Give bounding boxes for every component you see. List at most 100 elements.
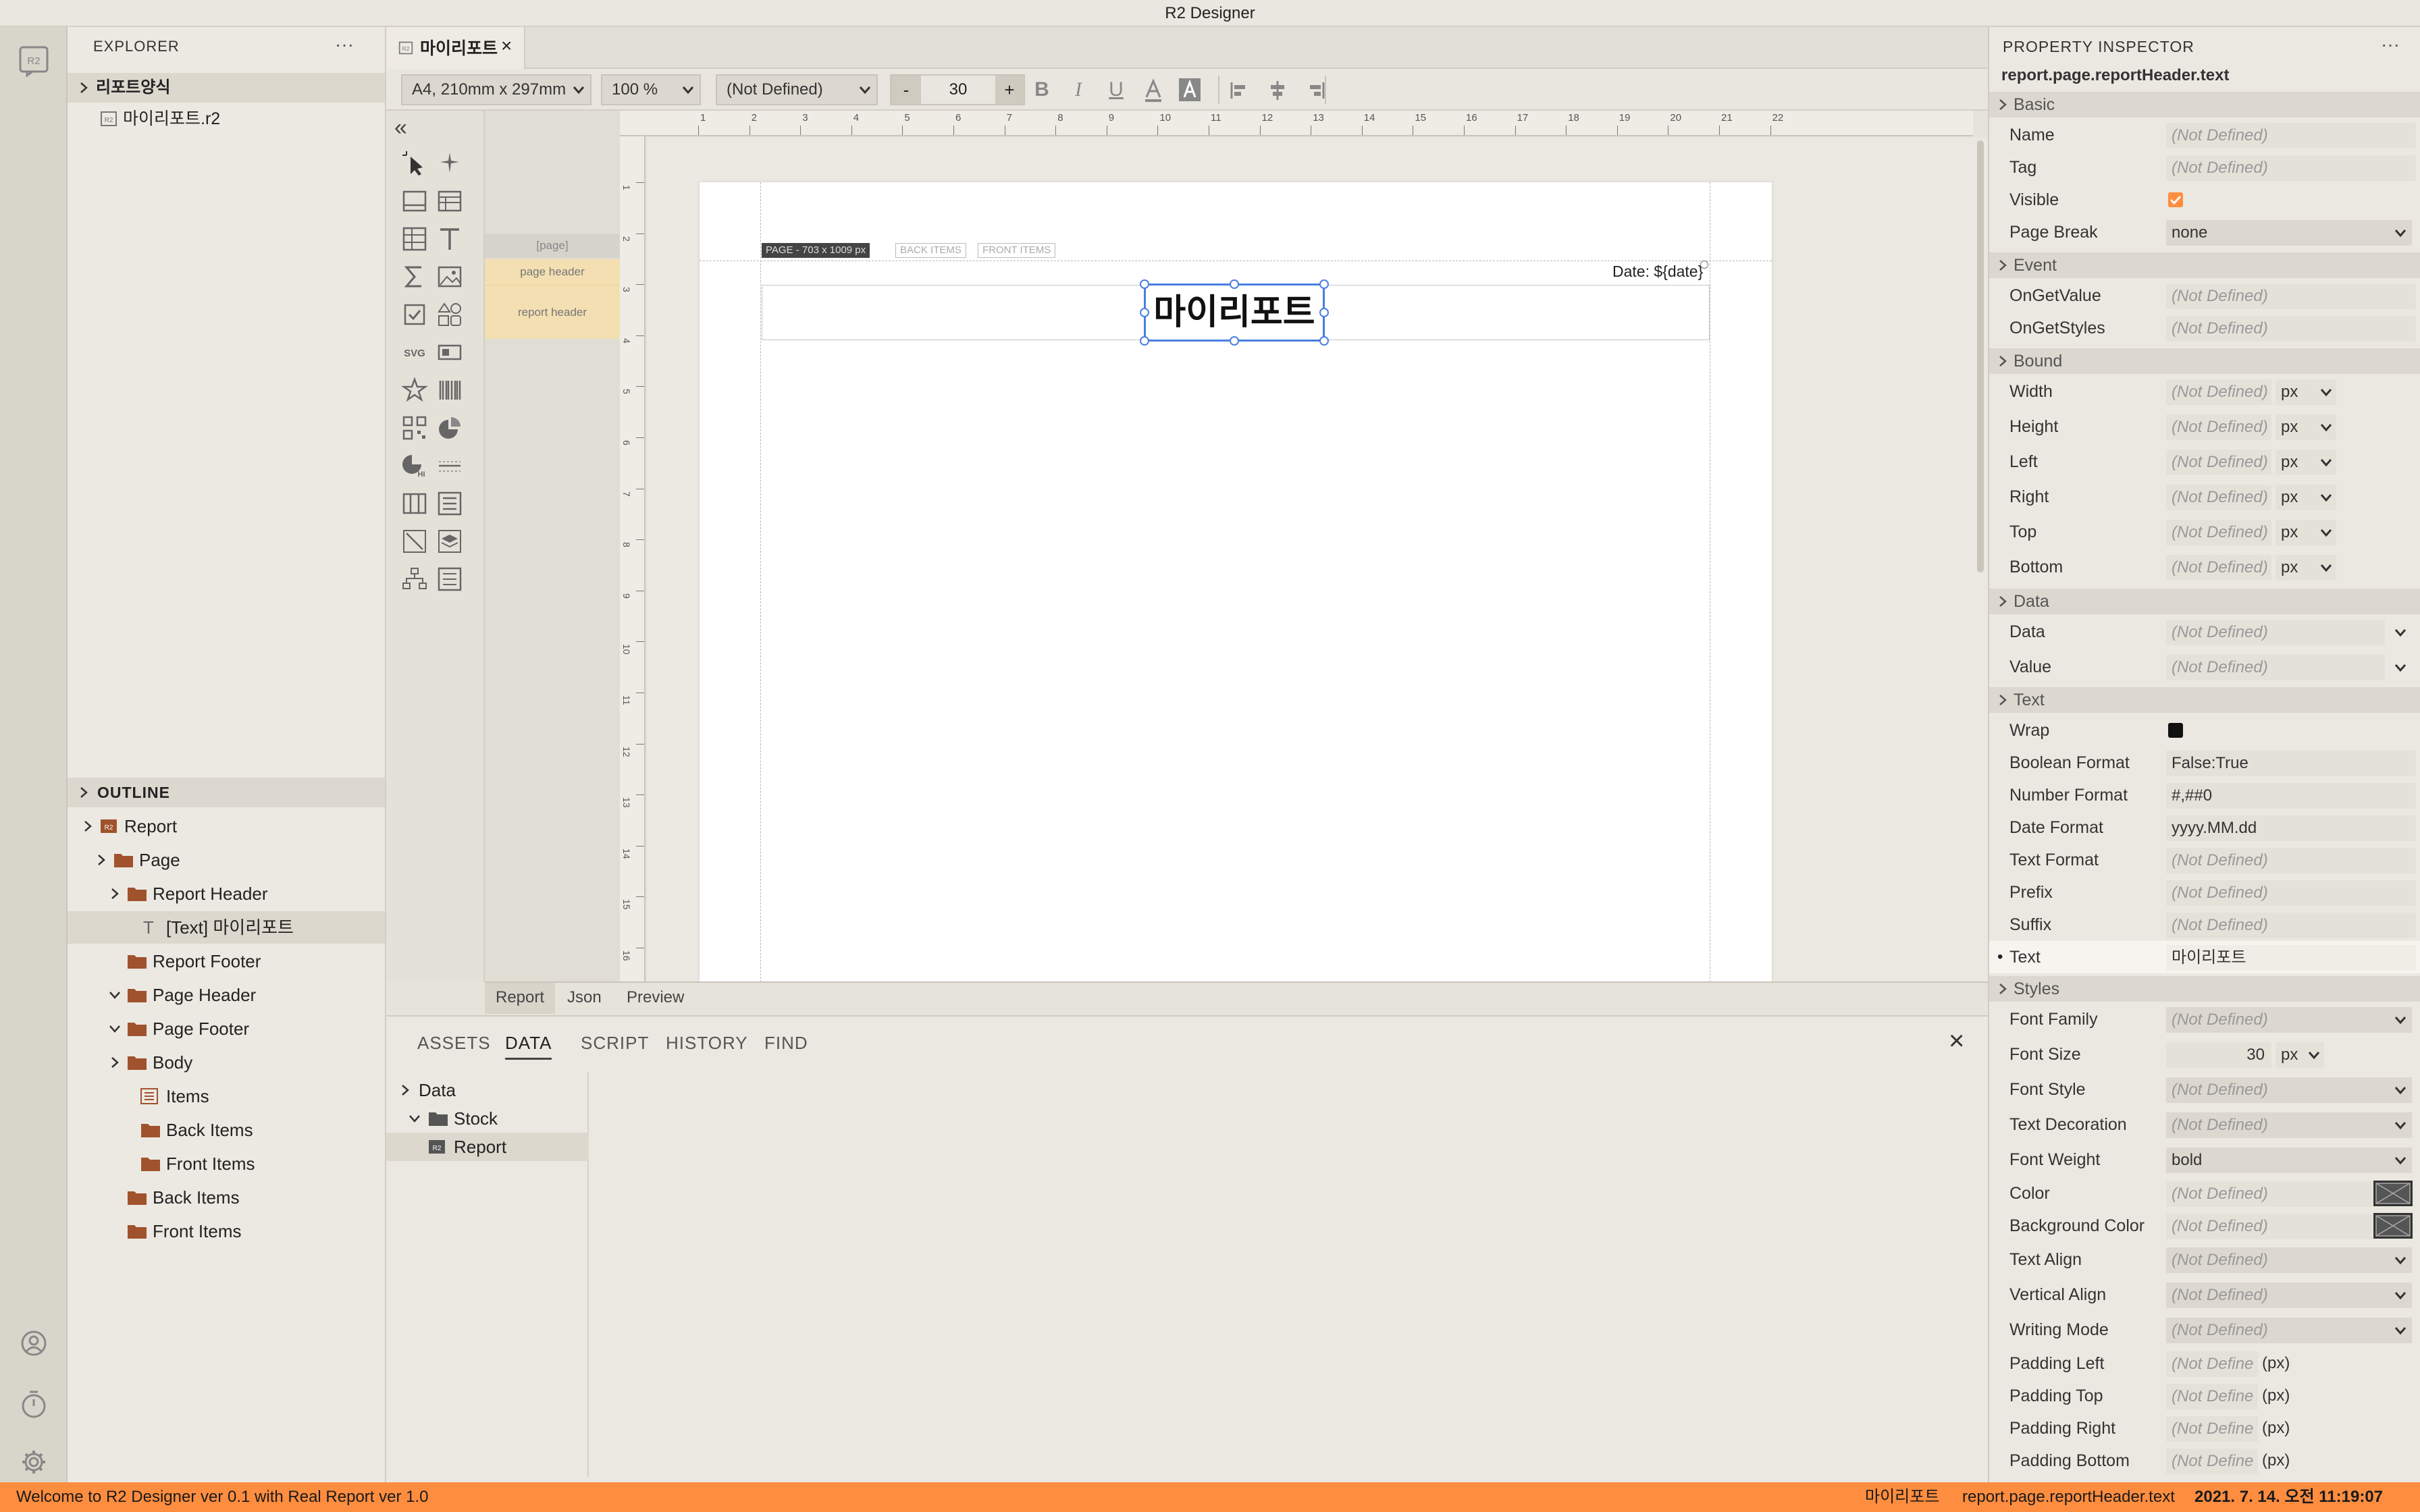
font-size-increase-button[interactable]: +	[995, 76, 1024, 104]
table-band-icon[interactable]	[436, 188, 463, 215]
line-icon[interactable]	[401, 528, 428, 555]
tab-my-report[interactable]: R2 마이리포트 ×	[386, 27, 525, 69]
list-icon[interactable]	[436, 566, 463, 593]
settings-gear-icon[interactable]	[20, 1449, 47, 1476]
svg-icon[interactable]: SVG	[401, 339, 428, 366]
explorer-more-button[interactable]: ···	[335, 34, 354, 55]
image-icon[interactable]	[436, 263, 463, 290]
prop-font-size-input[interactable]: 30	[2166, 1042, 2271, 1068]
font-size-input[interactable]: 30	[921, 76, 995, 104]
chevron-down-icon[interactable]	[2394, 663, 2406, 672]
section-bound[interactable]: Bound	[1989, 348, 2420, 374]
account-icon[interactable]	[20, 1330, 47, 1357]
prop-right-input[interactable]: (Not Defined)	[2166, 485, 2271, 510]
unit-select[interactable]: px	[2276, 1042, 2324, 1068]
prop-text-format-input[interactable]: (Not Defined)	[2166, 848, 2416, 873]
scrollbar-thumb[interactable]	[1977, 140, 1984, 572]
prop-width-input[interactable]: (Not Defined)	[2166, 379, 2271, 405]
page-break-icon[interactable]	[436, 452, 463, 479]
explorer-folder[interactable]: 리포트양식	[68, 73, 385, 103]
font-color-icon[interactable]	[1140, 77, 1167, 104]
prop-padding-bottom-input[interactable]: (Not Define	[2166, 1449, 2258, 1474]
band-label-page[interactable]: [page]	[485, 234, 620, 258]
section-text[interactable]: Text	[1989, 687, 2420, 713]
visible-checkbox[interactable]	[2167, 192, 2184, 208]
prop-name-input[interactable]: (Not Defined)	[2166, 123, 2416, 148]
selection-handle[interactable]	[1230, 336, 1239, 346]
font-style-select[interactable]: (Not Defined)	[2166, 1077, 2412, 1103]
band-label-page-header[interactable]: page header	[485, 259, 620, 285]
design-canvas[interactable]: PAGE - 703 x 1009 px BACK ITEMS FRONT IT…	[647, 138, 1973, 981]
unit-select[interactable]: px	[2276, 555, 2336, 580]
tab-preview[interactable]: Preview	[616, 983, 695, 1014]
outline-item-page-footer[interactable]: Page Footer	[68, 1013, 385, 1045]
outline-item-items[interactable]: Items	[68, 1080, 385, 1112]
prop-padding-left-input[interactable]: (Not Define	[2166, 1351, 2258, 1377]
outline-item-front-items[interactable]: Front Items	[68, 1148, 385, 1180]
prop-text-input[interactable]: 마이리포트	[2166, 945, 2416, 971]
hichart-icon[interactable]: HI	[401, 452, 428, 479]
font-weight-select[interactable]: bold	[2166, 1148, 2412, 1173]
text-tool-icon[interactable]	[436, 225, 463, 252]
tab-json[interactable]: Json	[556, 983, 612, 1014]
data-tree-item[interactable]: Stock	[386, 1104, 589, 1133]
page-break-select[interactable]: none	[2166, 220, 2412, 246]
zoom-select[interactable]: 100 %	[601, 74, 701, 105]
selection-handle[interactable]	[1140, 279, 1149, 289]
signature-icon[interactable]	[436, 339, 463, 366]
outline-item-page[interactable]: Page	[68, 844, 385, 876]
outline-header[interactable]: OUTLINE	[68, 778, 385, 807]
unit-select[interactable]: px	[2276, 485, 2336, 510]
font-size-stepper[interactable]: - 30 +	[890, 74, 1025, 105]
prop-prefix-input[interactable]: (Not Defined)	[2166, 880, 2416, 906]
section-data[interactable]: Data	[1989, 589, 2420, 614]
checkbox-icon[interactable]	[401, 301, 428, 328]
align-left-icon[interactable]	[1226, 77, 1253, 104]
explorer-file[interactable]: R2 마이리포트.r2	[68, 104, 385, 134]
outline-item-page-header[interactable]: Page Header	[68, 979, 385, 1011]
prop-background-color-input[interactable]: (Not Defined)	[2166, 1214, 2373, 1239]
prop-left-input[interactable]: (Not Defined)	[2166, 450, 2271, 475]
report-title-text[interactable]: 마이리포트	[1144, 284, 1325, 342]
prop-data-select[interactable]: (Not Defined)	[2166, 620, 2385, 645]
back-items-tag[interactable]: BACK ITEMS	[895, 243, 966, 258]
text-decoration-select[interactable]: (Not Defined)	[2166, 1112, 2412, 1138]
font-family-select[interactable]: (Not Defined)	[2166, 1007, 2412, 1033]
prop-padding-top-input[interactable]: (Not Define	[2166, 1384, 2258, 1409]
vertical-align-select[interactable]: (Not Defined)	[2166, 1282, 2412, 1308]
table-icon[interactable]	[401, 225, 428, 252]
bold-button[interactable]: B	[1028, 76, 1056, 104]
collapse-palette-button[interactable]: «	[394, 115, 407, 140]
prop-date-format-input[interactable]: yyyy.MM.dd	[2166, 815, 2416, 841]
selection-handle[interactable]	[1140, 336, 1149, 346]
chevron-down-icon[interactable]	[2394, 628, 2406, 637]
magic-wand-icon[interactable]	[436, 150, 463, 177]
panel-close-icon[interactable]: ×	[1949, 1026, 1964, 1056]
section-event[interactable]: Event	[1989, 252, 2420, 278]
canvas-scrollbar[interactable]	[1973, 138, 1988, 981]
front-items-tag[interactable]: FRONT ITEMS	[978, 243, 1056, 258]
selection-handle[interactable]	[1319, 336, 1329, 346]
unit-select[interactable]: px	[2276, 414, 2336, 440]
prop-boolean-format-input[interactable]: False:True	[2166, 751, 2416, 776]
selection-handle[interactable]	[1319, 308, 1329, 317]
color-swatch-icon[interactable]	[2373, 1212, 2413, 1239]
section-basic[interactable]: Basic	[1989, 92, 2420, 117]
wrap-checkbox[interactable]	[2167, 722, 2184, 738]
layers-icon[interactable]	[436, 528, 463, 555]
prop-top-input[interactable]: (Not Defined)	[2166, 520, 2271, 545]
outline-item-report[interactable]: R2 Report	[68, 810, 385, 842]
prop-bottom-input[interactable]: (Not Defined)	[2166, 555, 2271, 580]
paper-size-select[interactable]: A4, 210mm x 297mm	[401, 74, 591, 105]
tab-data[interactable]: DATA	[505, 1033, 552, 1060]
columns-icon[interactable]	[401, 490, 428, 517]
selection-handle[interactable]	[1230, 279, 1239, 289]
underline-button[interactable]: U	[1102, 76, 1130, 104]
pie-chart-icon[interactable]	[436, 414, 463, 441]
barcode-icon[interactable]	[436, 377, 463, 404]
data-tree-item[interactable]: Data	[386, 1076, 589, 1104]
selection-handle[interactable]	[1319, 279, 1329, 289]
tab-report[interactable]: Report	[485, 983, 556, 1014]
tab-assets[interactable]: ASSETS	[417, 1033, 491, 1054]
select-pointer-icon[interactable]	[401, 150, 428, 177]
